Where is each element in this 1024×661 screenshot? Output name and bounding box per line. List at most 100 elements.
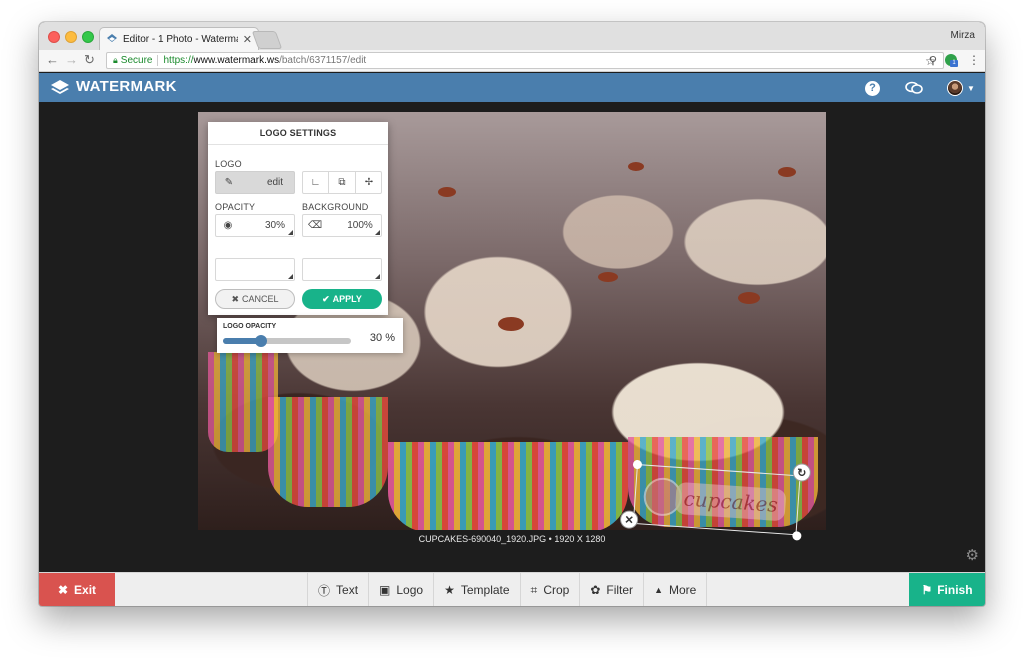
edit-label: edit	[266, 177, 284, 188]
close-window-button[interactable]	[48, 31, 60, 43]
account-menu[interactable]: ▼	[947, 79, 975, 97]
logo-position-controls: ∟ ⧉ ✢	[302, 171, 382, 194]
crop-tool-button[interactable]: ⌗ Crop	[521, 573, 581, 606]
image-icon: ▣	[379, 583, 391, 597]
url-path: /batch/6371157/edit	[279, 55, 367, 66]
address-bar[interactable]: 🔒︎ Secure https:// www.watermark.ws /bat…	[106, 52, 944, 69]
background-label: BACKGROUND	[302, 202, 369, 212]
profile-name[interactable]: Mirza	[951, 30, 975, 41]
extension-icon[interactable]: 1	[945, 54, 958, 67]
hidden-field-right	[302, 258, 382, 281]
bacon-topping	[598, 272, 618, 282]
more-tool-button[interactable]: ▲ More	[644, 573, 708, 606]
hidden-field-left	[215, 258, 295, 281]
bacon-topping	[438, 187, 456, 197]
browser-menu-icon[interactable]: ⋮	[968, 53, 980, 67]
brand-logo[interactable]: WATERMARK	[51, 78, 177, 95]
star-icon: ★	[444, 583, 455, 597]
apply-button[interactable]: ✔ APPLY	[302, 289, 382, 309]
slider-knob[interactable]	[255, 335, 268, 347]
tab-title: Editor - 1 Photo - Watermark.w	[123, 33, 238, 45]
address-separator	[157, 55, 159, 66]
filter-tool-label: Filter	[606, 583, 634, 597]
bookmark-star-icon[interactable]: ☆	[925, 54, 936, 68]
logo-opacity-slider[interactable]	[223, 335, 351, 347]
dropdown-corner-icon	[375, 230, 380, 235]
url-host: www.watermark.ws	[193, 55, 280, 66]
background-field[interactable]: ⌫ 100%	[302, 214, 382, 237]
gear-icon[interactable]: ⚙	[966, 546, 979, 564]
chat-button[interactable]	[905, 79, 923, 97]
forward-arrow-icon[interactable]: →	[65, 53, 78, 67]
dropdown-corner-icon	[375, 274, 380, 279]
image-caption: CUPCAKES-690040_1920.JPG • 1920 X 1280	[418, 534, 606, 544]
app-header: WATERMARK ? ▼	[39, 73, 985, 102]
move-icon[interactable]: ✢	[356, 172, 382, 193]
bacon-topping	[738, 292, 760, 304]
new-tab-button[interactable]	[251, 31, 283, 49]
logo-opacity-label: LOGO OPACITY	[223, 323, 277, 330]
logo-opacity-slider-popover: LOGO OPACITY 30 %	[217, 318, 403, 353]
opacity-field[interactable]: ◉ 30%	[215, 214, 295, 237]
pencil-icon: ✎	[224, 177, 234, 188]
tool-buttons: Ⓣ Text ▣ Logo ★ Template ⌗ Crop ✿ Filter ▲ Mor…	[307, 573, 708, 606]
tab-close-icon[interactable]: ✕	[243, 33, 252, 46]
text-tool-button[interactable]: Ⓣ Text	[308, 573, 370, 606]
opacity-label: OPACITY	[215, 202, 256, 212]
corner-position-icon[interactable]: ∟	[303, 172, 329, 193]
lock-icon: 🔒︎	[113, 55, 118, 65]
copy-icon[interactable]: ⧉	[329, 172, 356, 193]
logo-opacity-value: 30 %	[369, 332, 395, 344]
dropdown-corner-icon	[288, 230, 293, 235]
cancel-label: CANCEL	[242, 294, 279, 304]
watermark-favicon-icon	[107, 34, 117, 42]
bacon-topping	[778, 167, 796, 177]
filter-tool-button[interactable]: ✿ Filter	[580, 573, 645, 606]
cancel-button[interactable]: ✖ CANCEL	[215, 289, 295, 309]
help-button[interactable]: ?	[865, 79, 880, 97]
cupcake-watermark-logo: cupcakes	[642, 476, 792, 526]
apply-label: APPLY	[332, 294, 362, 304]
more-tool-label: More	[668, 583, 697, 597]
template-tool-label: Template	[460, 583, 510, 597]
cupcake-wrapper	[388, 442, 628, 530]
back-arrow-icon[interactable]: ←	[46, 53, 59, 67]
help-icon: ?	[865, 80, 880, 96]
resize-handle-top-left[interactable]	[632, 459, 643, 470]
minimize-window-button[interactable]	[65, 31, 77, 43]
eye-icon: ◉	[223, 220, 233, 231]
exit-button[interactable]: ✖ Exit	[39, 573, 115, 606]
reload-icon[interactable]: ↻	[84, 53, 95, 67]
finish-label: Finish	[937, 583, 973, 597]
avatar	[947, 80, 963, 96]
cupcake-wrapper	[268, 397, 388, 507]
popup-title: LOGO SETTINGS	[208, 122, 388, 145]
chat-bubbles-icon	[905, 81, 923, 94]
extension-badge: 1	[950, 60, 958, 67]
browser-tab[interactable]: Editor - 1 Photo - Watermark.w ✕	[99, 27, 259, 50]
logo-tool-label: Logo	[396, 583, 424, 597]
bacon-topping	[498, 317, 524, 331]
dropdown-corner-icon	[288, 274, 293, 279]
text-tool-label: Text	[336, 583, 359, 597]
brand-name: WATERMARK	[76, 78, 177, 95]
tab-bar: Editor - 1 Photo - Watermark.w ✕ Mirza	[39, 22, 985, 50]
logo-label: LOGO	[215, 159, 242, 169]
finish-button[interactable]: ⚑ Finish	[909, 573, 985, 606]
secure-label: Secure	[120, 55, 153, 66]
eraser-icon: ⌫	[307, 220, 323, 231]
flag-icon: ⚑	[921, 583, 933, 597]
template-tool-button[interactable]: ★ Template	[434, 573, 521, 606]
watermark-logo-selection[interactable]: cupcakes ↻ ✕	[619, 459, 812, 541]
logo-settings-popup: LOGO SETTINGS LOGO ✎ edit ∟ ⧉ ✢ OPACITY …	[208, 122, 388, 315]
check-icon: ✔	[322, 293, 330, 304]
url-protocol: https://	[163, 55, 194, 66]
zoom-window-button[interactable]	[82, 31, 94, 43]
logo-tool-button[interactable]: ▣ Logo	[369, 573, 435, 606]
browser-window: Editor - 1 Photo - Watermark.w ✕ Mirza ←…	[39, 22, 985, 606]
watermark-logo-text: cupcakes	[674, 481, 787, 522]
edit-logo-button[interactable]: ✎ edit	[215, 171, 295, 194]
watermark-logo-icon	[51, 79, 69, 94]
editor-workspace: cupcakes ↻ ✕ LOGO SETTINGS LOGO ✎ edit ∟…	[39, 102, 985, 572]
crop-tool-label: Crop	[543, 583, 570, 597]
